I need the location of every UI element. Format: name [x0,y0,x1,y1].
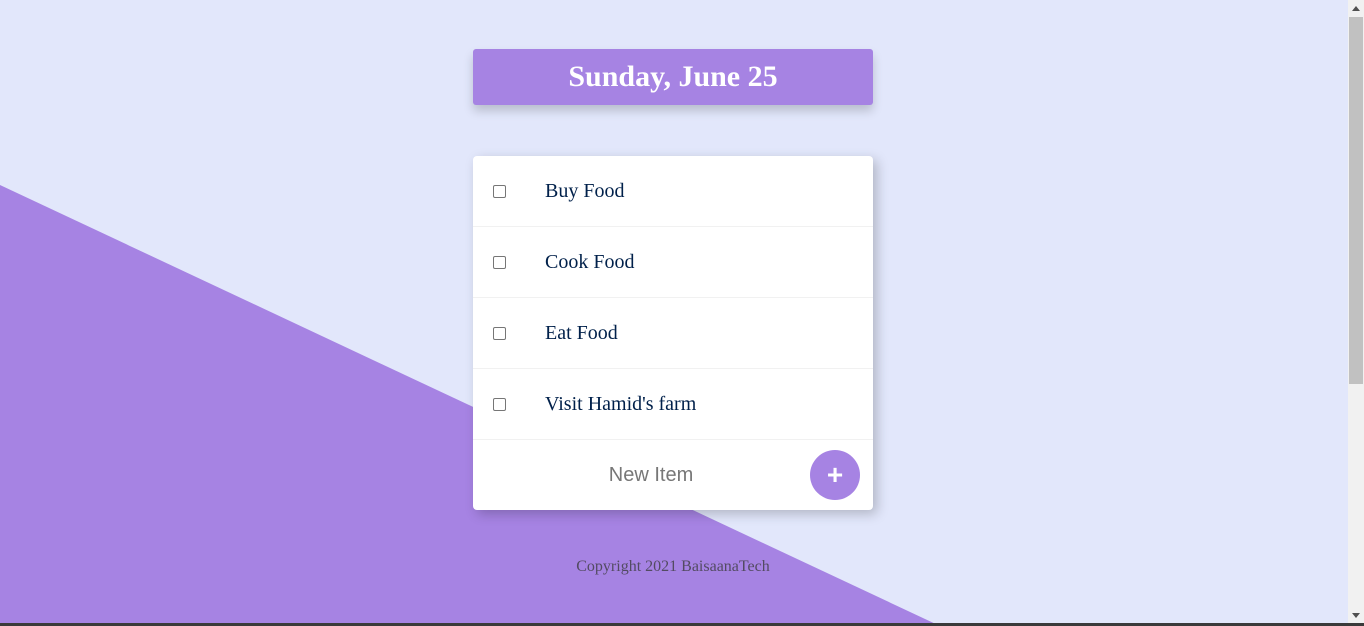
list-item: Cook Food [473,227,873,298]
item-checkbox[interactable] [493,185,506,198]
scrollbar-thumb[interactable] [1349,17,1363,384]
chevron-up-icon[interactable] [1348,0,1364,16]
item-checkbox[interactable] [493,256,506,269]
date-heading-box: Sunday, June 25 [473,49,873,105]
item-label: Eat Food [545,322,618,344]
footer-copyright: Copyright 2021 BaisaanaTech [576,558,770,575]
item-checkbox[interactable] [493,327,506,340]
date-heading: Sunday, June 25 [568,60,778,93]
chevron-down-icon[interactable] [1348,607,1364,623]
vertical-scrollbar[interactable] [1348,0,1364,623]
item-label: Cook Food [545,251,635,273]
add-item-button[interactable]: + [810,450,860,500]
list-item: Visit Hamid's farm [473,369,873,440]
item-label: Buy Food [545,180,625,202]
new-item-row: + [473,440,873,510]
item-checkbox[interactable] [493,398,506,411]
new-item-input[interactable] [533,450,769,500]
list-item: Eat Food [473,298,873,369]
list-item: Buy Food [473,156,873,227]
item-label: Visit Hamid's farm [545,393,697,415]
page: Sunday, June 25 Buy Food Cook Food Eat F… [0,0,1348,623]
todo-card: Buy Food Cook Food Eat Food Visit Hamid'… [473,156,873,510]
